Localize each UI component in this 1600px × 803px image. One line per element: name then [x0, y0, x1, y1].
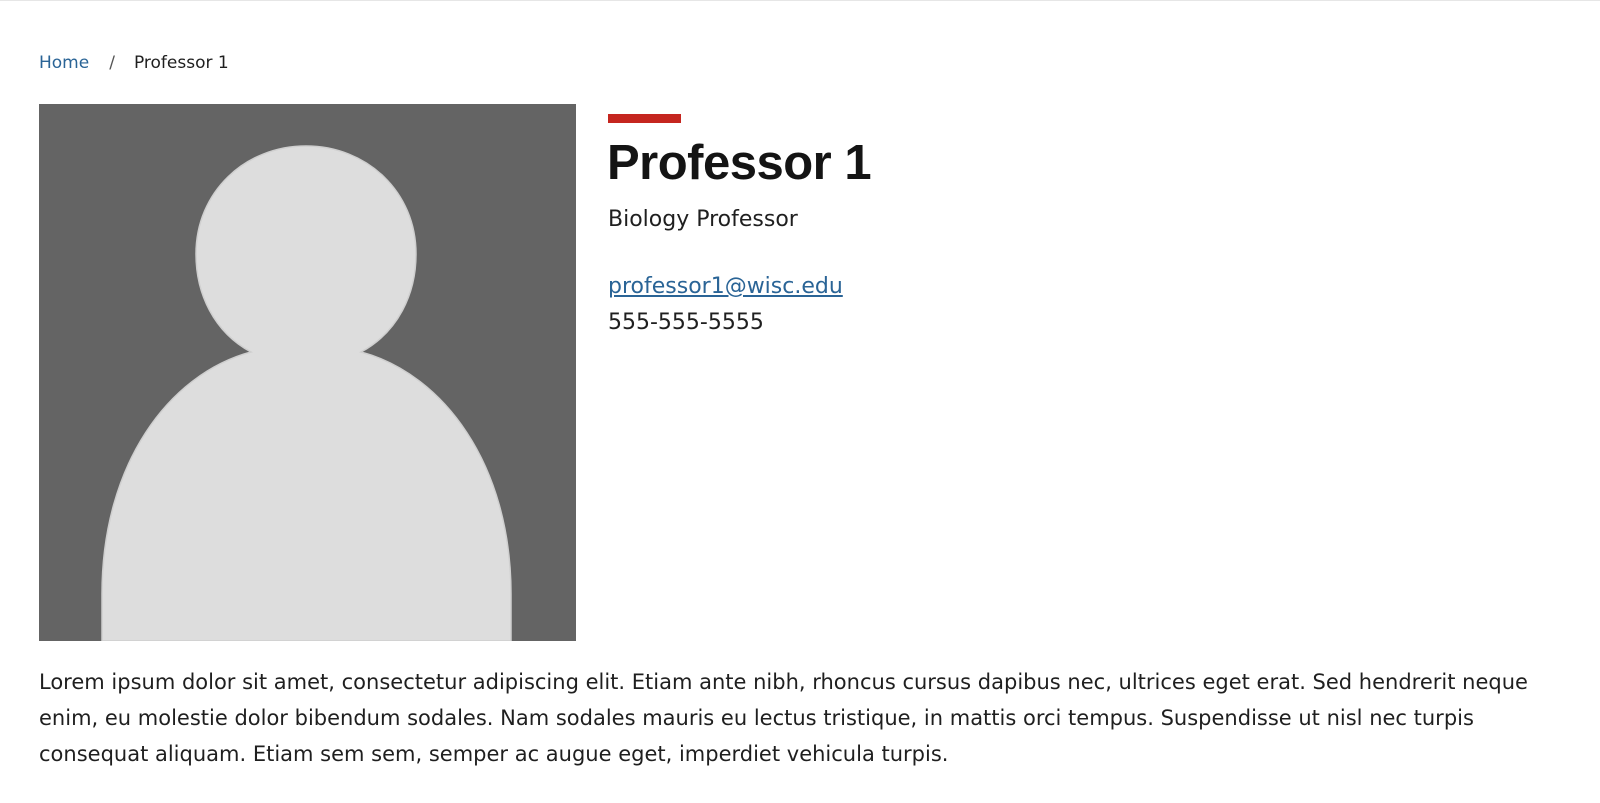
person-silhouette-icon — [101, 145, 512, 641]
breadcrumb-current: Professor 1 — [133, 53, 229, 73]
breadcrumb: Home / Professor 1 — [39, 51, 229, 75]
profile-bio: Lorem ipsum dolor sit amet, consectetur … — [39, 670, 1528, 766]
breadcrumb-home-link[interactable]: Home — [39, 51, 89, 75]
profile-name: Professor 1 — [607, 136, 872, 190]
breadcrumb-separator: / — [109, 53, 115, 73]
top-divider — [0, 0, 1600, 1]
email-link[interactable]: professor1@wisc.edu — [608, 272, 843, 302]
phone-number: 555-555-5555 — [608, 310, 764, 335]
accent-bar — [608, 114, 681, 123]
profile-title: Biology Professor — [608, 207, 798, 232]
profile-photo — [39, 104, 576, 641]
